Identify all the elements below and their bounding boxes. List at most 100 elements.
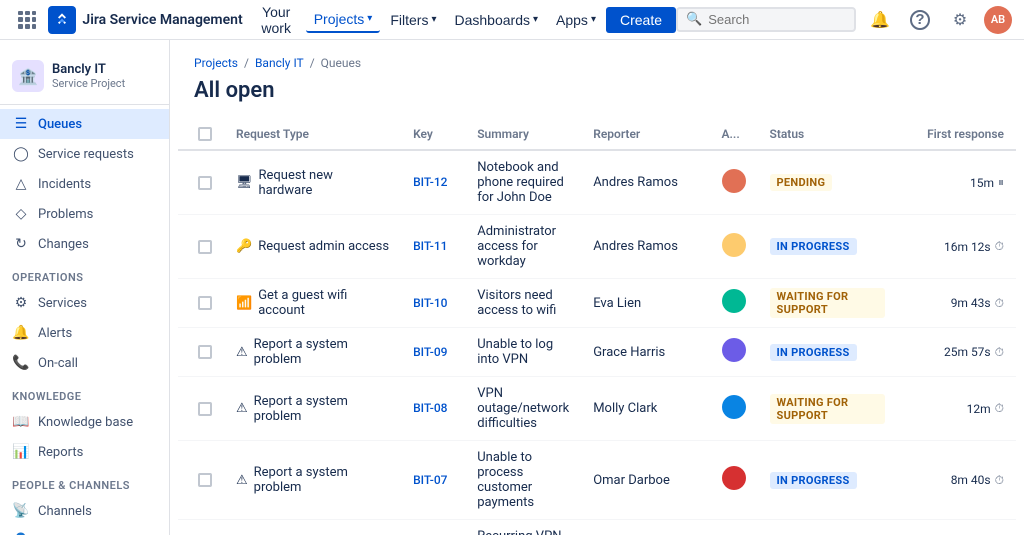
table-wrapper: Request Type Key Summary Reporter A... S…: [170, 119, 1024, 535]
grid-menu-button[interactable]: [12, 4, 42, 36]
type-label: Report a system problem: [254, 337, 389, 367]
table-row[interactable]: 🔑 Request admin access BIT-11 Administra…: [178, 215, 1016, 279]
filters-nav[interactable]: Filters ▾: [382, 8, 444, 32]
key-link[interactable]: BIT-12: [413, 175, 447, 189]
settings-button[interactable]: ⚙: [944, 4, 976, 36]
select-all-checkbox[interactable]: [198, 127, 212, 141]
reporter-cell: Omar Darboe: [581, 441, 709, 520]
create-button[interactable]: Create: [606, 7, 676, 33]
table-row[interactable]: 📶 Get a guest wifi account BIT-10 Visito…: [178, 279, 1016, 328]
notifications-button[interactable]: 🔔: [864, 4, 896, 36]
sidebar-item-service-requests[interactable]: ◯ Service requests: [0, 139, 169, 169]
table-row[interactable]: ⚠ Report a system problem BIT-09 Unable …: [178, 328, 1016, 377]
search-bar[interactable]: 🔍: [676, 7, 856, 32]
row-checkbox[interactable]: [198, 345, 212, 359]
table-row[interactable]: ⚠ Report a system problem BIT-08 VPN out…: [178, 377, 1016, 441]
channels-icon: 📡: [12, 503, 30, 519]
table-row[interactable]: 🖥 Request new hardware BIT-12 Notebook a…: [178, 150, 1016, 215]
type-label: Report a system problem: [254, 465, 389, 495]
type-icon: 🔑: [236, 239, 252, 254]
row-checkbox[interactable]: [198, 402, 212, 416]
sidebar-item-incidents[interactable]: △ Incidents: [0, 169, 169, 199]
sidebar-item-problems[interactable]: ◇ Problems: [0, 199, 169, 229]
clock-icon: ⏱: [995, 345, 1004, 360]
summary-cell: Visitors need access to wifi: [465, 279, 581, 328]
sidebar-item-queues[interactable]: ☰ Queues: [0, 109, 169, 139]
filters-chevron: ▾: [431, 14, 436, 25]
type-label: Request admin access: [258, 239, 389, 254]
sidebar-item-changes[interactable]: ↻ Changes: [0, 229, 169, 259]
your-work-nav[interactable]: Your work: [249, 0, 304, 40]
topnav-center: Your work Projects ▾ Filters ▾ Dashboard…: [249, 0, 676, 40]
assignee-avatar: [722, 395, 746, 419]
jira-logo[interactable]: Jira Service Management: [48, 6, 242, 34]
reports-label: Reports: [38, 445, 83, 460]
problems-label: Problems: [38, 207, 93, 222]
grid-icon: [18, 11, 36, 29]
pause-icon: ⏸: [998, 175, 1004, 190]
breadcrumb-projects[interactable]: Projects: [194, 56, 238, 70]
assignee-avatar: [722, 466, 746, 490]
sidebar-item-reports[interactable]: 📊 Reports: [0, 437, 169, 467]
summary-cell: Notebook and phone required for John Doe: [465, 150, 581, 215]
summary-cell: Administrator access for workday: [465, 215, 581, 279]
help-button[interactable]: ?: [904, 4, 936, 36]
search-icon: 🔍: [686, 12, 702, 27]
sidebar-item-customers[interactable]: 👤 Customers: [0, 526, 169, 535]
page-title: All open: [170, 74, 1024, 119]
key-link[interactable]: BIT-11: [413, 239, 447, 253]
projects-nav[interactable]: Projects ▾: [306, 7, 381, 33]
sidebar-item-alerts[interactable]: 🔔 Alerts: [0, 318, 169, 348]
queues-icon: ☰: [12, 116, 30, 132]
incidents-label: Incidents: [38, 177, 91, 192]
service-requests-icon: ◯: [12, 146, 30, 162]
reporter-cell: Molly Clark: [581, 377, 709, 441]
type-label: Report a system problem: [254, 394, 389, 424]
dashboards-chevron: ▾: [533, 14, 538, 25]
col-status: Status: [758, 119, 897, 150]
key-link[interactable]: BIT-09: [413, 345, 447, 359]
incidents-icon: △: [12, 176, 30, 192]
service-requests-label: Service requests: [38, 147, 134, 162]
status-badge: WAITING FOR SUPPORT: [770, 394, 885, 424]
reporter-cell: Eva Lien: [581, 279, 709, 328]
search-input[interactable]: [708, 12, 846, 27]
status-badge: IN PROGRESS: [770, 238, 857, 255]
key-link[interactable]: BIT-08: [413, 401, 447, 415]
row-checkbox[interactable]: [198, 473, 212, 487]
key-link[interactable]: BIT-07: [413, 473, 447, 487]
sidebar-item-services[interactable]: ⚙ Services: [0, 288, 169, 318]
table-header: Request Type Key Summary Reporter A... S…: [178, 119, 1016, 150]
sidebar-item-on-call[interactable]: 📞 On-call: [0, 348, 169, 378]
sidebar-item-knowledge-base[interactable]: 📖 Knowledge base: [0, 407, 169, 437]
row-checkbox[interactable]: [198, 176, 212, 190]
user-avatar[interactable]: AB: [984, 6, 1012, 34]
row-checkbox[interactable]: [198, 296, 212, 310]
clock-icon: ⏱: [995, 473, 1004, 488]
project-info: Bancly IT Service Project: [52, 62, 125, 90]
summary-cell: VPN outage/network difficulties: [465, 377, 581, 441]
knowledge-base-icon: 📖: [12, 414, 30, 430]
project-icon: 🏦: [12, 60, 44, 92]
reporter-cell: Andres Ramos: [581, 150, 709, 215]
sidebar-item-channels[interactable]: 📡 Channels: [0, 496, 169, 526]
dashboards-nav[interactable]: Dashboards ▾: [446, 8, 546, 32]
request-type-cell: ⚠ Report a system problem: [236, 394, 389, 424]
breadcrumb-queues: Queues: [321, 56, 361, 70]
first-response-cell: 25m 57s ⏱: [897, 328, 1016, 377]
help-icon: ?: [910, 10, 930, 30]
type-label: Get a guest wifi account: [258, 288, 389, 318]
table-row[interactable]: 🔍 Investigate a problem BIT-06 Recurring…: [178, 520, 1016, 535]
table-row[interactable]: ⚠ Report a system problem BIT-07 Unable …: [178, 441, 1016, 520]
reporter-cell: Fran Perez: [581, 520, 709, 535]
on-call-label: On-call: [38, 356, 78, 371]
apps-nav[interactable]: Apps ▾: [548, 8, 604, 32]
type-icon: ⚠: [236, 401, 248, 416]
row-checkbox[interactable]: [198, 240, 212, 254]
col-first-response: First response: [897, 119, 1016, 150]
breadcrumb-bancly[interactable]: Bancly IT: [255, 56, 304, 70]
key-link[interactable]: BIT-10: [413, 296, 447, 310]
first-response-cell: 12m ⏱: [897, 377, 1016, 441]
queue-table: Request Type Key Summary Reporter A... S…: [178, 119, 1016, 535]
operations-section: OPERATIONS: [0, 259, 169, 288]
